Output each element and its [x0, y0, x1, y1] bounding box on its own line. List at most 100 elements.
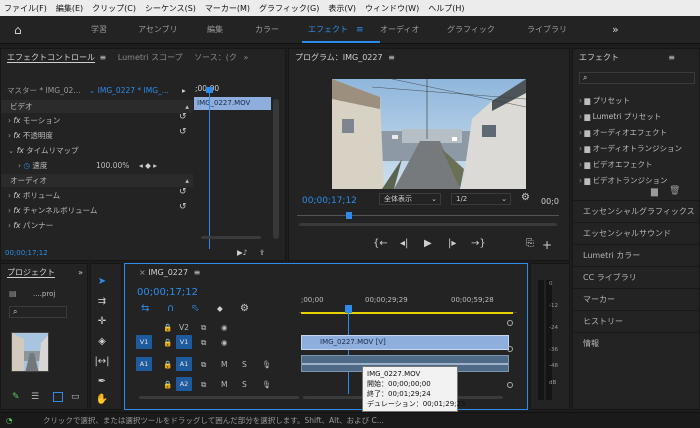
eye-icon[interactable]: ◉ — [221, 321, 228, 334]
effects-search-input[interactable]: ⌕ — [579, 72, 695, 84]
lock-icon[interactable]: 🔒 — [163, 378, 172, 391]
mark-out-icon[interactable]: →} — [471, 238, 486, 249]
tab-learn[interactable]: 学習 — [91, 16, 107, 44]
play-icon[interactable]: ▶ — [424, 238, 432, 249]
new-bin-icon[interactable]: ▆ — [651, 187, 658, 197]
section-lumetri-color[interactable]: Lumetri カラー — [573, 244, 699, 266]
solo-button[interactable]: S — [242, 378, 247, 391]
ec-playhead[interactable] — [209, 89, 210, 249]
ec-scrollbar[interactable] — [273, 99, 279, 239]
track-v1-button[interactable]: V1 — [176, 335, 192, 349]
collapse-icon[interactable]: ▴ — [185, 174, 189, 187]
folder-audio-transitions[interactable]: › ▆ オーディオトランジション — [579, 143, 682, 154]
tab-library[interactable]: ライブラリ — [527, 16, 567, 44]
home-icon[interactable]: ⌂ — [14, 16, 22, 44]
add-marker-icon[interactable]: ◆ — [217, 302, 223, 315]
zoom-select[interactable]: 全体表示 ⌄ — [379, 193, 441, 205]
track-select-tool-icon[interactable]: ⇉ — [93, 296, 111, 312]
program-playhead[interactable] — [346, 212, 352, 219]
section-cc-libraries[interactable]: CC ライブラリ — [573, 266, 699, 288]
sync-lock-icon[interactable]: ⧉ — [201, 336, 206, 349]
section-essential-graphics[interactable]: エッセンシャルグラフィックス — [573, 200, 699, 222]
panel-menu-icon[interactable]: ≡ — [668, 49, 675, 67]
resolution-select[interactable]: 1/2 ⌄ — [451, 193, 511, 205]
timeline-timecode[interactable]: 00;00;17;12 — [137, 286, 198, 300]
export-frame-icon[interactable]: ⎘ — [526, 238, 534, 249]
project-thumbnail[interactable] — [11, 332, 49, 372]
track-scroll-handle[interactable] — [507, 382, 513, 388]
linked-selection-icon[interactable]: ⬁ — [191, 302, 199, 315]
master-clip-label[interactable]: マスター * IMG_02... — [7, 84, 80, 97]
tab-color[interactable]: カラー — [255, 16, 279, 44]
folder-video-transitions[interactable]: › ▆ ビデオトランジション — [579, 175, 668, 186]
panel-menu-icon[interactable]: ≡ — [100, 53, 107, 62]
folder-video-effects[interactable]: › ▆ ビデオエフェクト — [579, 159, 653, 170]
ec-zoom-scroll[interactable] — [201, 236, 261, 239]
effect-time-remap[interactable]: ⌄ fx タイムリマップ — [8, 144, 79, 157]
hand-tool-icon[interactable]: ✋ — [93, 394, 111, 410]
lock-icon[interactable]: 🔒 — [163, 336, 172, 349]
ec-playhead-handle[interactable] — [206, 87, 213, 93]
project-title[interactable]: プロジェクト — [7, 268, 55, 278]
reset-icon[interactable]: ↺ — [179, 112, 187, 122]
track-scroll-handle[interactable] — [507, 320, 513, 326]
menu-sequence[interactable]: シーケンス(S) — [145, 3, 196, 14]
sync-lock-icon[interactable]: ⧉ — [201, 321, 206, 334]
more-workspaces-icon[interactable]: » — [612, 16, 619, 44]
track-a2-button[interactable]: A2 — [176, 377, 192, 391]
mute-button[interactable]: M — [221, 358, 227, 371]
menu-marker[interactable]: マーカー(M) — [205, 3, 250, 14]
program-scrollbar[interactable] — [299, 223, 557, 226]
menu-clip[interactable]: クリップ(C) — [92, 3, 136, 14]
timeline-playhead[interactable] — [348, 312, 349, 394]
export-icon[interactable]: ⇪ — [259, 246, 265, 259]
trash-icon[interactable]: 🗑 — [669, 186, 680, 196]
menu-help[interactable]: ヘルプ(H) — [428, 3, 464, 14]
close-icon[interactable]: × — [139, 268, 146, 277]
clip-selector[interactable]: ⌄ IMG_0227 * IMG_... — [89, 84, 169, 97]
snap-icon[interactable]: ∩ — [167, 302, 174, 315]
reset-icon[interactable]: ↺ — [179, 202, 187, 212]
step-back-icon[interactable]: ◂| — [400, 238, 408, 249]
reset-icon[interactable]: ↺ — [179, 187, 187, 197]
section-info[interactable]: 情報 — [573, 332, 699, 354]
panel-menu-icon[interactable]: ≡ — [388, 53, 395, 62]
pen-tool-icon[interactable]: ✒ — [93, 376, 111, 392]
mute-button[interactable]: M — [221, 378, 227, 391]
timeline-title[interactable]: IMG_0227 — [148, 268, 188, 277]
wrench-icon[interactable]: ⚙ — [521, 192, 530, 203]
folder-lumetri-presets[interactable]: › ▆ Lumetri プリセット — [579, 111, 661, 122]
pencil-icon[interactable]: ✎ — [12, 392, 20, 402]
sync-lock-icon[interactable]: ⧉ — [201, 358, 206, 371]
stopwatch-icon[interactable]: ◷ — [23, 161, 30, 170]
video-clip[interactable]: IMG_0227.MOV [V] — [301, 335, 509, 350]
ec-timecode[interactable]: 00;00;17;12 — [5, 247, 48, 260]
source-v1-button[interactable]: V1 — [136, 335, 152, 349]
menu-view[interactable]: 表示(V) — [328, 3, 356, 14]
ripple-edit-tool-icon[interactable]: ✛ — [93, 316, 111, 332]
insert-sequence-icon[interactable]: ⇆ — [141, 302, 149, 315]
menu-graphic[interactable]: グラフィック(G) — [259, 3, 319, 14]
effect-channel-volume[interactable]: › fx チャンネルボリューム — [8, 204, 97, 217]
program-video-frame[interactable] — [332, 79, 526, 189]
effect-volume[interactable]: › fx ボリューム — [8, 189, 60, 202]
eye-icon[interactable]: ◉ — [221, 336, 228, 349]
keyframe-nav-icon[interactable]: ◂ ◆ ▸ — [139, 159, 157, 172]
program-timecode[interactable]: 00;00;17;12 — [302, 195, 357, 208]
sync-lock-icon[interactable]: ⧉ — [201, 378, 206, 391]
section-history[interactable]: ヒストリー — [573, 310, 699, 332]
folder-audio-effects[interactable]: › ▆ オーディオエフェクト — [579, 127, 667, 138]
wrench-icon[interactable]: ⚙ — [240, 302, 249, 315]
solo-button[interactable]: S — [242, 358, 247, 371]
panel-menu-icon[interactable]: ≡ — [194, 268, 201, 277]
timeline-header-scroll[interactable] — [139, 396, 299, 399]
lock-icon[interactable]: 🔒 — [163, 321, 172, 334]
effect-motion[interactable]: › fx モーション — [8, 114, 60, 127]
track-scroll-handle[interactable] — [507, 346, 513, 352]
lock-icon[interactable]: 🔒 — [163, 358, 172, 371]
list-view-icon[interactable]: ☰ — [31, 392, 39, 402]
track-a1-button[interactable]: A1 — [176, 357, 192, 371]
tab-assembly[interactable]: アセンブリ — [138, 16, 178, 44]
ec-clip-bar[interactable]: IMG_0227.MOV — [194, 97, 271, 110]
add-button-icon[interactable]: + — [542, 238, 552, 252]
